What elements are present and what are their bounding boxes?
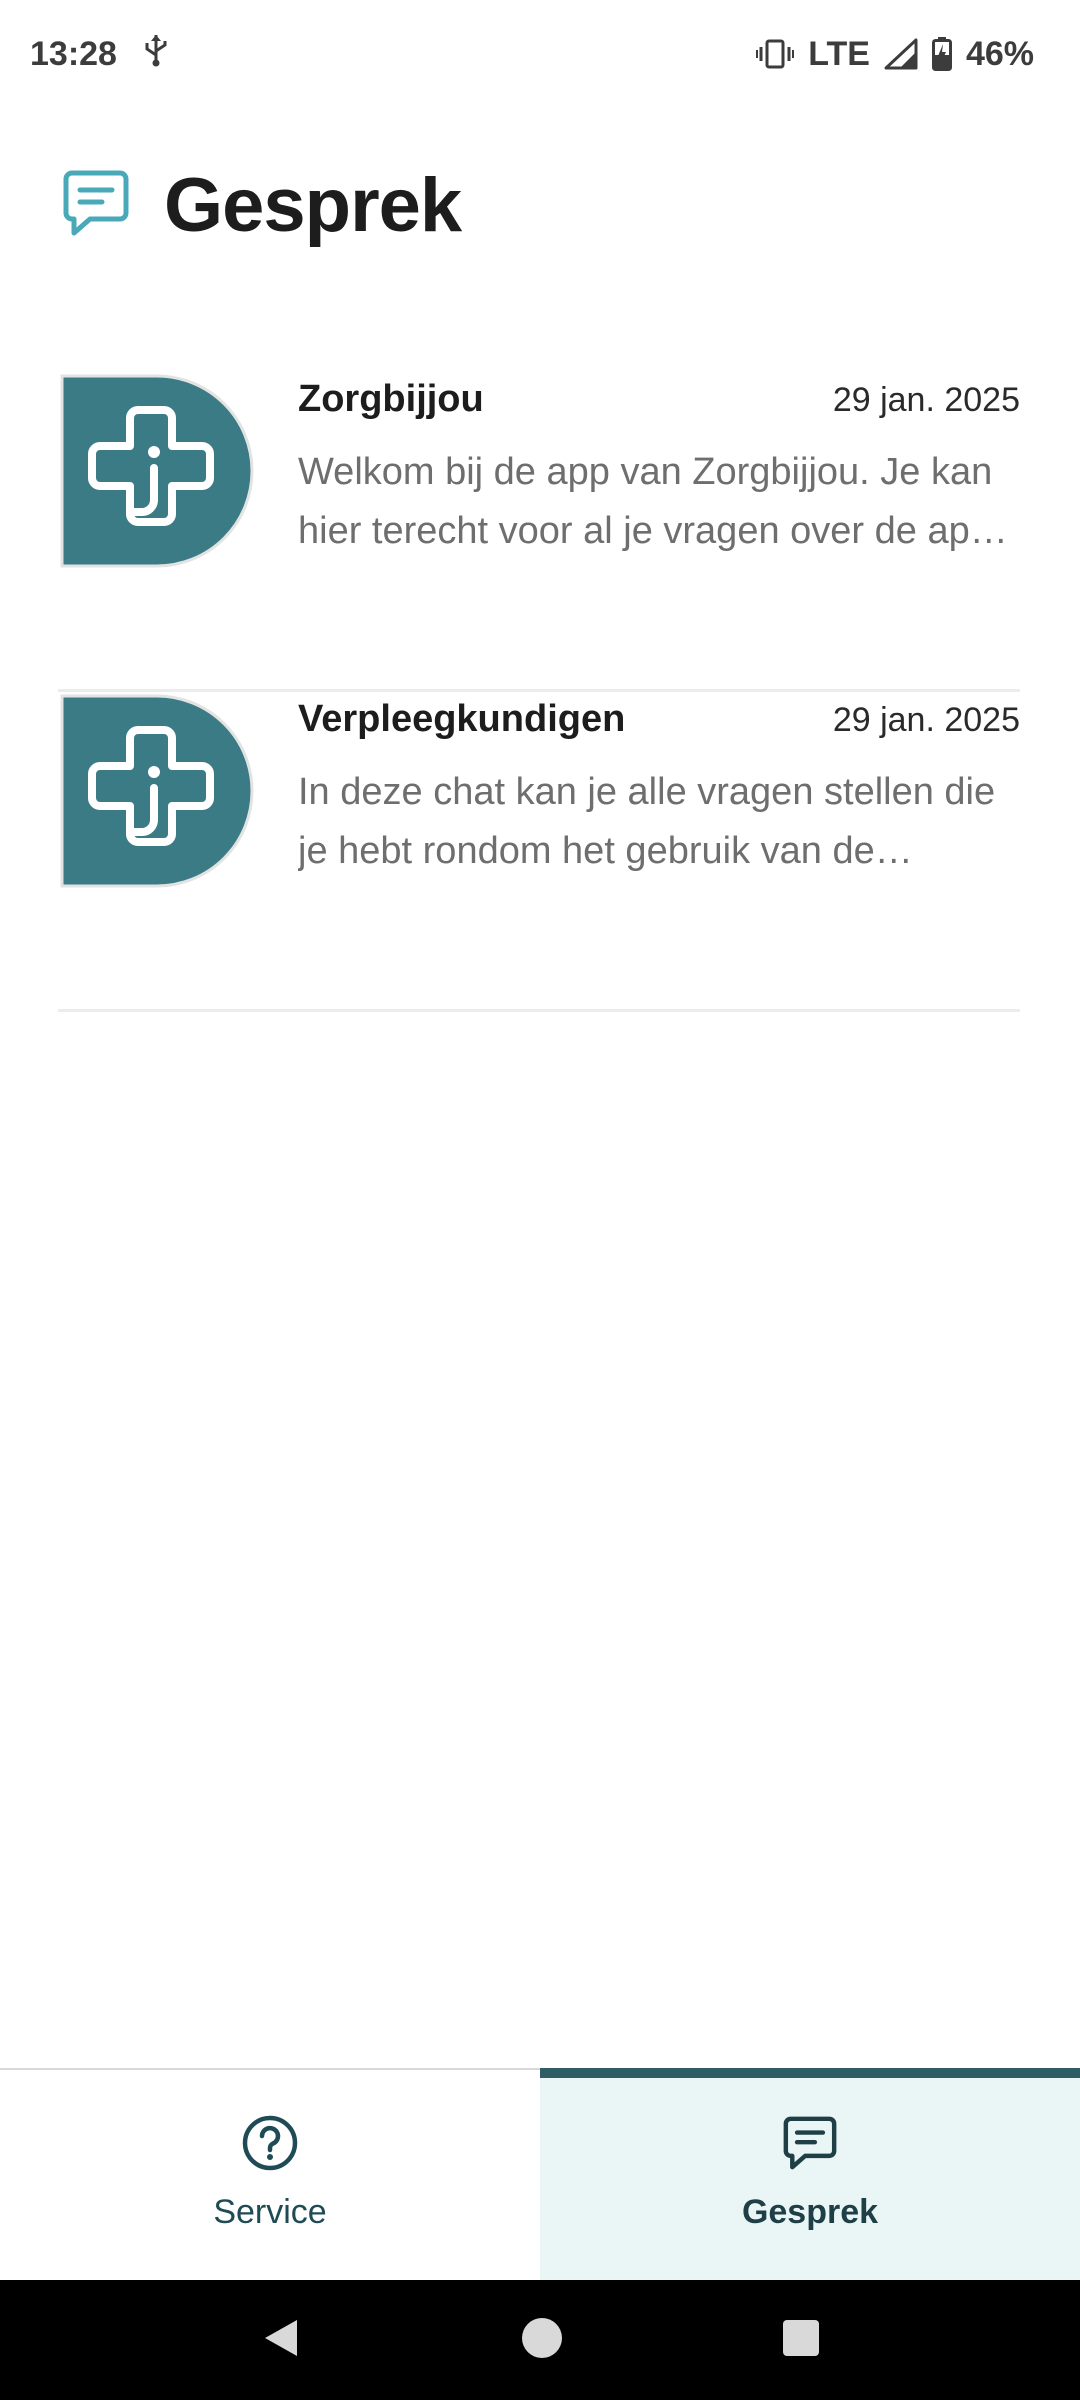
vibrate-icon xyxy=(756,39,795,69)
conversation-date: 29 jan. 2025 xyxy=(832,701,1020,739)
zorgbijjou-logo xyxy=(60,694,254,888)
conversation-item[interactable]: Verpleegkundigen 29 jan. 2025 In deze ch… xyxy=(58,692,1020,1012)
page-header: Gesprek xyxy=(60,150,462,260)
conversation-name: Verpleegkundigen xyxy=(298,698,626,740)
status-bar: 13:28 LTE 46% xyxy=(0,0,1080,108)
conversation-header-row: Zorgbijjou 29 jan. 2025 xyxy=(298,378,1020,421)
conversation-name: Zorgbijjou xyxy=(298,378,484,420)
conversation-date: 29 jan. 2025 xyxy=(832,381,1020,419)
status-left: 13:28 xyxy=(30,33,169,76)
conversation-item[interactable]: Zorgbijjou 29 jan. 2025 Welkom bij de ap… xyxy=(58,372,1020,692)
usb-icon xyxy=(143,33,169,76)
conversation-list: Zorgbijjou 29 jan. 2025 Welkom bij de ap… xyxy=(58,372,1020,1012)
recents-icon[interactable] xyxy=(781,2318,821,2363)
tab-gesprek[interactable]: Gesprek xyxy=(540,2068,1080,2280)
bottom-navigation: Service Gesprek xyxy=(0,2068,1080,2280)
conversation-text: Zorgbijjou 29 jan. 2025 Welkom bij de ap… xyxy=(298,378,1020,561)
status-time: 13:28 xyxy=(30,34,117,73)
back-icon[interactable] xyxy=(259,2316,303,2365)
status-right: LTE 46% xyxy=(756,35,1034,74)
tab-label: Service xyxy=(213,2193,327,2231)
conversation-preview: In deze chat kan je alle vragen stellen … xyxy=(298,771,996,872)
screen: 13:28 LTE 46% Gesprek Zorgbijjou 29 jan.… xyxy=(0,0,1080,2400)
home-icon[interactable] xyxy=(520,2316,564,2365)
page-title: Gesprek xyxy=(164,162,462,248)
signal-icon xyxy=(884,38,918,70)
help-circle-icon xyxy=(241,2114,299,2177)
zorgbijjou-logo xyxy=(60,374,254,568)
chat-icon xyxy=(781,2114,839,2177)
conversation-text: Verpleegkundigen 29 jan. 2025 In deze ch… xyxy=(298,698,1020,881)
battery-percentage: 46% xyxy=(965,34,1034,73)
chat-icon xyxy=(60,167,132,244)
tab-label: Gesprek xyxy=(741,2193,879,2231)
conversation-header-row: Verpleegkundigen 29 jan. 2025 xyxy=(298,698,1020,741)
conversation-preview: Welkom bij de app van Zorgbijjou. Je kan… xyxy=(298,451,993,552)
tab-service[interactable]: Service xyxy=(0,2070,540,2280)
system-navigation-bar xyxy=(0,2280,1080,2400)
network-type: LTE xyxy=(808,34,870,73)
battery-icon xyxy=(931,37,952,71)
